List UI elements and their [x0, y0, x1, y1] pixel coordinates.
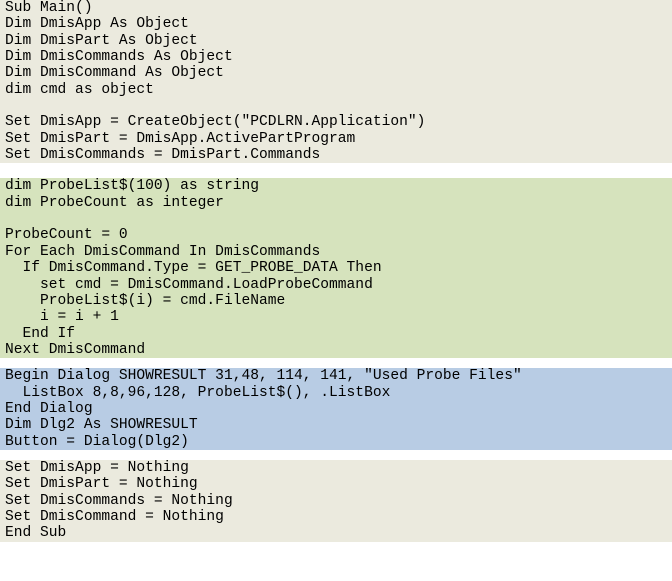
code-line: Sub Main()	[5, 0, 93, 16]
probe-collection-loop-block: dim ProbeList$(100) as string dim ProbeCo…	[0, 178, 672, 359]
code-line: Dim DmisCommand As Object	[5, 65, 224, 82]
code-line: Button = Dialog(Dlg2)	[5, 433, 189, 450]
code-line: set cmd = DmisCommand.LoadProbeCommand	[5, 276, 373, 293]
gap-after-declaration-block	[0, 163, 672, 179]
code-line: dim ProbeCount as integer	[5, 194, 224, 211]
code-line: For Each DmisCommand In DmisCommands	[5, 243, 321, 260]
code-line: If DmisCommand.Type = GET_PROBE_DATA The…	[5, 260, 382, 277]
code-line: Dim DmisPart As Object	[5, 32, 198, 49]
code-line: Set DmisPart = Nothing	[5, 476, 198, 493]
code-line: End Sub	[5, 525, 67, 542]
code-line: Dim Dlg2 As SHOWRESULT	[5, 417, 198, 434]
code-line: Begin Dialog SHOWRESULT 31,48, 114, 141,…	[5, 368, 522, 385]
code-line: Set DmisCommands = Nothing	[5, 492, 233, 509]
code-line: End If	[5, 325, 76, 342]
code-line: Next DmisCommand	[5, 341, 146, 358]
gap-after-dialog-block	[0, 449, 672, 460]
code-line: ListBox 8,8,96,128, ProbeList$(), .ListB…	[5, 384, 391, 401]
gap-after-loop-block	[0, 358, 672, 369]
code-line: Set DmisCommands = DmisPart.Commands	[5, 147, 321, 164]
code-line: ProbeList$(i) = cmd.FileName	[5, 292, 286, 309]
code-line: Set DmisCommand = Nothing	[5, 508, 224, 525]
code-line: dim ProbeList$(100) as string	[5, 178, 259, 195]
code-line: Set DmisApp = Nothing	[5, 459, 189, 476]
declaration-and-connection-block: Sub Main() Dim DmisApp As Object Dim DmisP…	[0, 0, 672, 164]
code-line: Dim DmisApp As Object	[5, 16, 189, 33]
code-line: Set DmisPart = DmisApp.ActivePartProgram	[5, 130, 356, 147]
code-line: Set DmisApp = CreateObject("PCDLRN.Appli…	[5, 114, 426, 131]
code-line: End Dialog	[5, 400, 93, 417]
code-line: ProbeCount = 0	[5, 227, 128, 244]
dialog-definition-block: Begin Dialog SHOWRESULT 31,48, 114, 141,…	[0, 368, 672, 450]
cleanup-block: Set DmisApp = Nothing Set DmisPart = Noth…	[0, 459, 672, 542]
code-line: dim cmd as object	[5, 81, 154, 98]
code-line: i = i + 1	[5, 309, 119, 326]
code-line: Dim DmisCommands As Object	[5, 49, 233, 66]
code-listing: Sub Main() Dim DmisApp As Object Dim DmisP…	[0, 0, 672, 542]
